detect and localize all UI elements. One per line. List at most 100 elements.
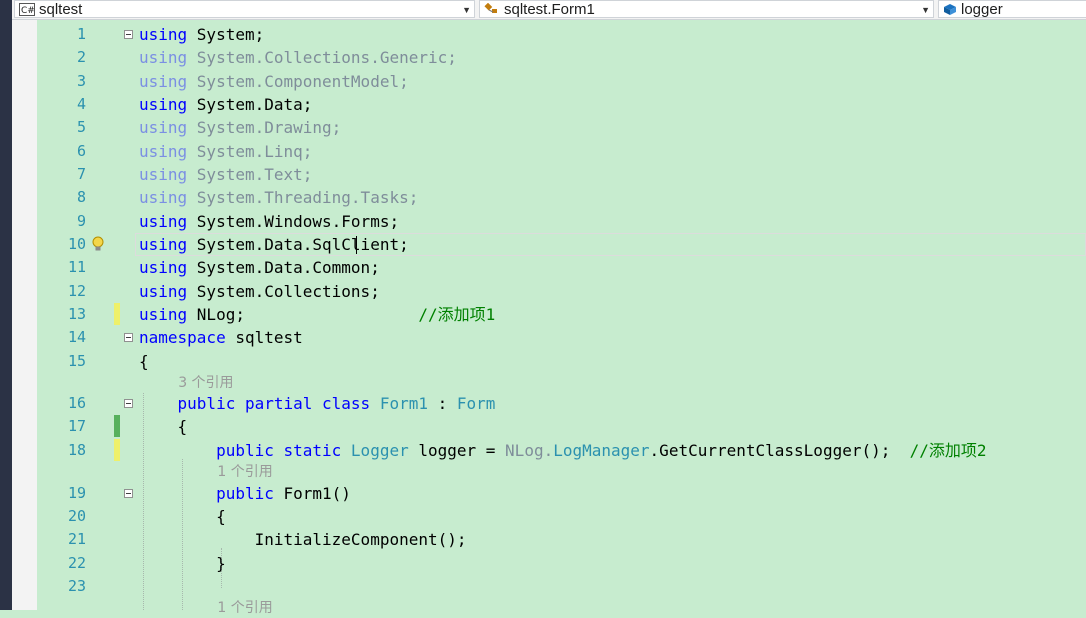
code-text: { <box>139 415 188 438</box>
code-text: } <box>139 552 226 575</box>
code-line[interactable]: 21 InitializeComponent(); <box>37 528 1086 551</box>
code-keyword: public partial class <box>177 394 380 413</box>
code-keyword: using <box>139 165 197 184</box>
lightbulb-icon[interactable] <box>91 236 105 252</box>
line-number: 4 <box>76 95 86 113</box>
code-token: System.Drawing; <box>196 118 342 137</box>
code-line[interactable]: 18 public static Logger logger = NLog.Lo… <box>37 439 1086 462</box>
code-keyword: using <box>139 48 197 67</box>
code-line[interactable]: 12 using System.Collections; <box>37 280 1086 303</box>
code-text: using System.Data; <box>139 93 312 116</box>
code-line[interactable]: 20 { <box>37 505 1086 528</box>
code-token: System; <box>196 25 265 44</box>
line-number: 22 <box>67 554 86 572</box>
class-dropdown[interactable]: sqltest.Form1 ▼ <box>479 0 934 18</box>
code-line[interactable]: 3 using System.ComponentModel; <box>37 70 1086 93</box>
code-line[interactable]: 22 } <box>37 552 1086 575</box>
csharp-file-icon: C# <box>19 3 35 17</box>
code-line[interactable]: 23 <box>37 575 1086 598</box>
code-text: using System; <box>139 23 264 46</box>
svg-text:C#: C# <box>21 6 35 16</box>
code-line[interactable]: 9 using System.Windows.Forms; <box>37 210 1086 233</box>
code-text: using System.Windows.Forms; <box>139 210 399 233</box>
code-type: LogManager <box>553 441 650 460</box>
navigation-bar: C# sqltest ▼ sqltest.Form1 ▼ logger <box>12 0 1086 20</box>
code-keyword: namespace <box>139 328 236 347</box>
collapse-toggle-icon[interactable] <box>124 333 133 342</box>
code-keyword: using <box>139 72 197 91</box>
code-keyword: using <box>139 95 197 114</box>
code-text: using System.Threading.Tasks; <box>139 186 418 209</box>
line-number: 19 <box>67 484 86 502</box>
code-line[interactable]: 16 public partial class Form1 : Form <box>37 392 1086 415</box>
code-line[interactable]: 2 using System.Collections.Generic; <box>37 46 1086 69</box>
line-number: 23 <box>67 577 86 595</box>
change-marker <box>114 439 120 461</box>
code-token: } <box>139 554 226 573</box>
code-comment: //添加项1 <box>418 305 496 324</box>
project-name: sqltest <box>39 1 83 18</box>
code-token: InitializeComponent(); <box>139 530 467 549</box>
line-number: 1 <box>76 25 86 43</box>
code-line[interactable]: 19 public Form1() <box>37 482 1086 505</box>
code-line[interactable]: 5 using System.Drawing; <box>37 116 1086 139</box>
chevron-down-icon[interactable]: ▼ <box>462 1 471 17</box>
codelens-reference-count[interactable]: 1 个引用 <box>217 598 272 618</box>
code-token: logger = <box>408 441 506 460</box>
line-number: 5 <box>76 118 86 136</box>
code-token: .GetCurrentClassLogger(); <box>649 441 910 460</box>
class-name: sqltest.Form1 <box>504 1 595 18</box>
code-token: sqltest <box>235 328 303 347</box>
code-line[interactable]: 8 using System.Threading.Tasks; <box>37 186 1086 209</box>
member-name: logger <box>961 1 1003 18</box>
code-text: public static Logger logger = NLog.LogMa… <box>139 439 986 462</box>
code-line[interactable]: 4 using System.Data; <box>37 93 1086 116</box>
code-token: { <box>139 352 149 371</box>
code-keyword: using <box>139 25 197 44</box>
code-text: namespace sqltest <box>139 326 303 349</box>
collapse-toggle-icon[interactable] <box>124 489 133 498</box>
code-line[interactable]: 10 using System.Data.SqlClient; <box>37 233 1086 256</box>
code-editor[interactable]: 1 using System; 2 using System.Collections.… <box>37 20 1086 616</box>
code-keyword: using <box>139 282 197 301</box>
collapse-toggle-icon[interactable] <box>124 30 133 39</box>
codelens-reference-count[interactable]: 1 个引用 <box>217 462 272 482</box>
member-dropdown[interactable]: logger <box>938 0 1086 18</box>
code-keyword: using <box>139 188 197 207</box>
codelens-reference-count[interactable]: 3 个引用 <box>178 373 233 393</box>
line-number: 16 <box>67 394 86 412</box>
field-icon <box>943 3 957 17</box>
window-left-edge <box>0 0 12 610</box>
line-number: 3 <box>76 72 86 90</box>
code-token: System.Collections; <box>196 282 380 301</box>
text-caret <box>355 236 357 254</box>
code-token: : <box>428 394 457 413</box>
code-line[interactable]: 7 using System.Text; <box>37 163 1086 186</box>
code-line[interactable]: 6 using System.Linq; <box>37 140 1086 163</box>
line-number: 8 <box>76 188 86 206</box>
code-line[interactable]: 14 namespace sqltest <box>37 326 1086 349</box>
line-number: 12 <box>67 282 86 300</box>
code-token: NLog; <box>196 305 419 324</box>
line-number: 6 <box>76 142 86 160</box>
code-line[interactable]: 17 { <box>37 415 1086 438</box>
line-number: 15 <box>67 352 86 370</box>
line-number: 18 <box>67 441 86 459</box>
code-token: System.Collections.Generic; <box>196 48 457 67</box>
chevron-down-icon[interactable]: ▼ <box>921 1 930 17</box>
code-text: using System.Data.Common; <box>139 256 380 279</box>
code-line[interactable]: 11 using System.Data.Common; <box>37 256 1086 279</box>
project-dropdown[interactable]: C# sqltest ▼ <box>14 0 475 18</box>
code-text: public partial class Form1 : Form <box>139 392 496 415</box>
line-number: 13 <box>67 305 86 323</box>
code-token: System.Windows.Forms; <box>196 212 400 231</box>
code-line[interactable]: 15 { <box>37 350 1086 373</box>
line-number: 11 <box>67 258 86 276</box>
code-line[interactable]: 1 using System; <box>37 23 1086 46</box>
code-keyword: public static <box>216 441 351 460</box>
collapse-toggle-icon[interactable] <box>124 399 133 408</box>
code-text: { <box>139 505 226 528</box>
code-line[interactable]: 13 using NLog; //添加项1 <box>37 303 1086 326</box>
code-text: public Form1() <box>139 482 351 505</box>
